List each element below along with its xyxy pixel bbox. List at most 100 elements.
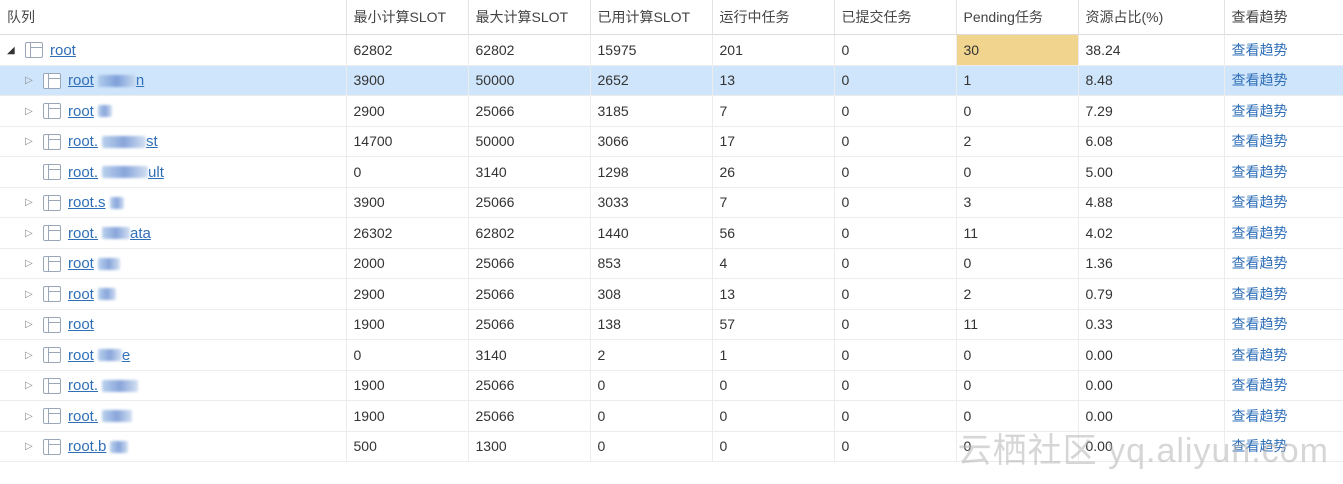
redacted-text <box>97 74 136 87</box>
ratio-cell: 38.24 <box>1078 34 1225 66</box>
queue-name-link[interactable]: root. <box>68 377 98 394</box>
table-row[interactable]: ▷ root e 0 3140 2 1 0 0 0.00 查看趋势 <box>0 339 1343 371</box>
trend-link[interactable]: 查看趋势 <box>1224 370 1343 401</box>
trend-link[interactable]: 查看趋势 <box>1224 156 1343 188</box>
trend-link[interactable]: 查看趋势 <box>1224 431 1343 462</box>
trend-link[interactable]: 查看趋势 <box>1224 217 1343 249</box>
trend-link[interactable]: 查看趋势 <box>1224 126 1343 157</box>
queue-table-icon <box>43 133 61 150</box>
queue-name-link[interactable]: root <box>68 286 94 303</box>
pending-cell: 2 <box>956 126 1079 157</box>
table-row[interactable]: ▷ root. ata 26302 62802 1440 56 0 11 4.02 查看趋势 <box>0 217 1343 249</box>
queue-name-cell: ▷ root. <box>0 370 347 401</box>
col-header-queue[interactable]: 队列 <box>0 0 347 35</box>
trend-link[interactable]: 查看趋势 <box>1224 187 1343 218</box>
queue-name-suffix[interactable]: ult <box>148 164 164 181</box>
ratio-cell: 5.00 <box>1078 156 1225 188</box>
running-cell: 201 <box>712 34 835 66</box>
queue-name-link[interactable]: root.b <box>68 438 106 455</box>
trend-link[interactable]: 查看趋势 <box>1224 278 1343 310</box>
table-row[interactable]: root. ult 0 3140 1298 26 0 0 5.00 查看趋势 <box>0 156 1343 188</box>
queue-name-link[interactable]: root. <box>68 164 98 181</box>
running-cell: 56 <box>712 217 835 249</box>
col-header-used-slot[interactable]: 已用计算SLOT <box>590 0 713 35</box>
used-slot-cell: 0 <box>590 431 713 462</box>
table-row[interactable]: ▷ root. 1900 25066 0 0 0 0 0.00 查看趋势 <box>0 400 1343 432</box>
queue-name-cell: ▷ root.s <box>0 187 347 218</box>
used-slot-cell: 308 <box>590 278 713 310</box>
triangle-right-icon[interactable]: ▷ <box>25 197 39 208</box>
triangle-right-icon[interactable]: ▷ <box>25 258 39 269</box>
table-row[interactable]: ▷ root 1900 25066 138 57 0 11 0.33 查看趋势 <box>0 309 1343 340</box>
trend-link[interactable]: 查看趋势 <box>1224 339 1343 371</box>
min-slot-cell: 1900 <box>346 400 469 432</box>
table-row[interactable]: ▷ root 2900 25066 308 13 0 2 0.79 查看趋势 <box>0 278 1343 310</box>
queue-name-link[interactable]: root <box>50 42 76 59</box>
col-header-running[interactable]: 运行中任务 <box>712 0 835 35</box>
ratio-cell: 6.08 <box>1078 126 1225 157</box>
used-slot-cell: 853 <box>590 248 713 279</box>
queue-name-link[interactable]: root.s <box>68 194 106 211</box>
trend-link[interactable]: 查看趋势 <box>1224 400 1343 432</box>
table-row[interactable]: ▷ root.b 500 1300 0 0 0 0 0.00 查看趋势 <box>0 431 1343 462</box>
redacted-text <box>109 196 124 209</box>
used-slot-cell: 1298 <box>590 156 713 188</box>
triangle-right-icon[interactable]: ▷ <box>25 380 39 391</box>
triangle-right-icon[interactable]: ▷ <box>25 441 39 452</box>
table-row[interactable]: ▷ root.s 3900 25066 3033 7 0 3 4.88 查看趋势 <box>0 187 1343 218</box>
trend-link[interactable]: 查看趋势 <box>1224 65 1343 96</box>
queue-name-suffix[interactable]: n <box>136 72 144 89</box>
queue-table-icon <box>43 377 61 394</box>
table-row[interactable]: ▷ root 2000 25066 853 4 0 0 1.36 查看趋势 <box>0 248 1343 279</box>
col-header-max-slot[interactable]: 最大计算SLOT <box>468 0 591 35</box>
triangle-right-icon[interactable]: ▷ <box>25 228 39 239</box>
queue-name-link[interactable]: root <box>68 255 94 272</box>
redacted-text <box>102 379 139 392</box>
table-row[interactable]: ▷ root n 3900 50000 2652 13 0 1 8.48 查看趋势 <box>0 65 1343 96</box>
queue-name-link[interactable]: root <box>68 103 94 120</box>
queue-name-cell: ▷ root <box>0 248 347 279</box>
queue-name-link[interactable]: root <box>68 72 94 89</box>
ratio-cell: 0.00 <box>1078 400 1225 432</box>
running-cell: 0 <box>712 370 835 401</box>
queue-name-link[interactable]: root. <box>68 408 98 425</box>
trend-link[interactable]: 查看趋势 <box>1224 34 1343 66</box>
col-header-min-slot[interactable]: 最小计算SLOT <box>346 0 469 35</box>
triangle-right-icon[interactable]: ▷ <box>25 411 39 422</box>
queue-name-link[interactable]: root <box>68 316 94 333</box>
col-header-pending[interactable]: Pending任务 <box>956 0 1079 35</box>
queue-name-suffix[interactable]: e <box>122 347 130 364</box>
queue-name-cell: root. ult <box>0 156 347 188</box>
col-header-ratio[interactable]: 资源占比(%) <box>1078 0 1225 35</box>
used-slot-cell: 138 <box>590 309 713 340</box>
triangle-right-icon[interactable]: ▷ <box>25 136 39 147</box>
trend-link[interactable]: 查看趋势 <box>1224 248 1343 279</box>
running-cell: 1 <box>712 339 835 371</box>
submitted-cell: 0 <box>834 339 957 371</box>
table-row[interactable]: ◢ root 62802 62802 15975 201 0 30 38.24 查看趋势 <box>0 34 1343 66</box>
submitted-cell: 0 <box>834 156 957 188</box>
triangle-right-icon[interactable]: ▷ <box>25 289 39 300</box>
table-row[interactable]: ▷ root. st 14700 50000 3066 17 0 2 6.08 查看趋势 <box>0 126 1343 157</box>
queue-name-suffix[interactable]: ata <box>130 225 151 242</box>
table-row[interactable]: ▷ root 2900 25066 3185 7 0 0 7.29 查看趋势 <box>0 95 1343 127</box>
pending-cell: 0 <box>956 370 1079 401</box>
queue-name-link[interactable]: root <box>68 347 94 364</box>
triangle-right-icon[interactable]: ▷ <box>25 75 39 86</box>
triangle-down-icon[interactable]: ◢ <box>7 45 21 56</box>
triangle-right-icon[interactable]: ▷ <box>25 350 39 361</box>
redacted-text <box>97 349 122 362</box>
queue-name-link[interactable]: root. <box>68 133 98 150</box>
trend-link[interactable]: 查看趋势 <box>1224 309 1343 340</box>
triangle-right-icon[interactable]: ▷ <box>25 106 39 117</box>
running-cell: 57 <box>712 309 835 340</box>
queue-name-suffix[interactable]: st <box>146 133 158 150</box>
col-header-submitted[interactable]: 已提交任务 <box>834 0 957 35</box>
table-row[interactable]: ▷ root. 1900 25066 0 0 0 0 0.00 查看趋势 <box>0 370 1343 401</box>
trend-link[interactable]: 查看趋势 <box>1224 95 1343 127</box>
pending-cell: 0 <box>956 95 1079 127</box>
queue-name-link[interactable]: root. <box>68 225 98 242</box>
redacted-text <box>102 410 133 423</box>
col-header-trend[interactable]: 查看趋势 <box>1224 0 1343 35</box>
triangle-right-icon[interactable]: ▷ <box>25 319 39 330</box>
